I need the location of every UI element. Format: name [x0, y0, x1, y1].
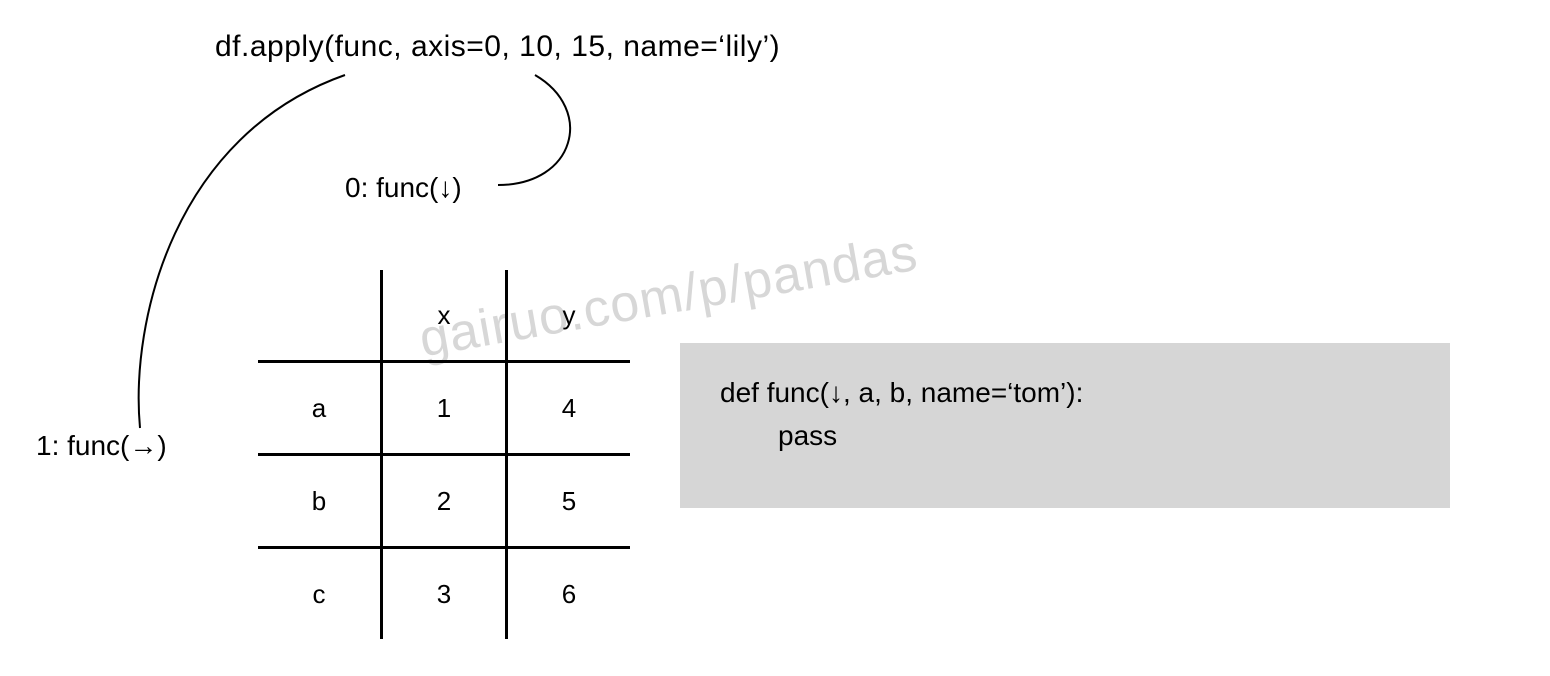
- cell: 5: [507, 455, 631, 548]
- connector-arrows: [0, 0, 1550, 676]
- row-index: a: [258, 362, 382, 455]
- code-line-body: pass: [720, 414, 1410, 457]
- cell: 6: [507, 548, 631, 640]
- cell: 1: [382, 362, 507, 455]
- function-definition-box: def func(↓, a, b, name=‘tom’): pass: [680, 343, 1450, 508]
- row-index: b: [258, 455, 382, 548]
- corner-empty: [258, 270, 382, 362]
- col-header: x: [382, 270, 507, 362]
- col-header: y: [507, 270, 631, 362]
- cell: 3: [382, 548, 507, 640]
- row-index: c: [258, 548, 382, 640]
- cell: 2: [382, 455, 507, 548]
- cell: 4: [507, 362, 631, 455]
- code-line-def: def func(↓, a, b, name=‘tom’):: [720, 371, 1410, 414]
- dataframe-table: x y a 1 4 b 2 5 c 3 6: [258, 270, 630, 639]
